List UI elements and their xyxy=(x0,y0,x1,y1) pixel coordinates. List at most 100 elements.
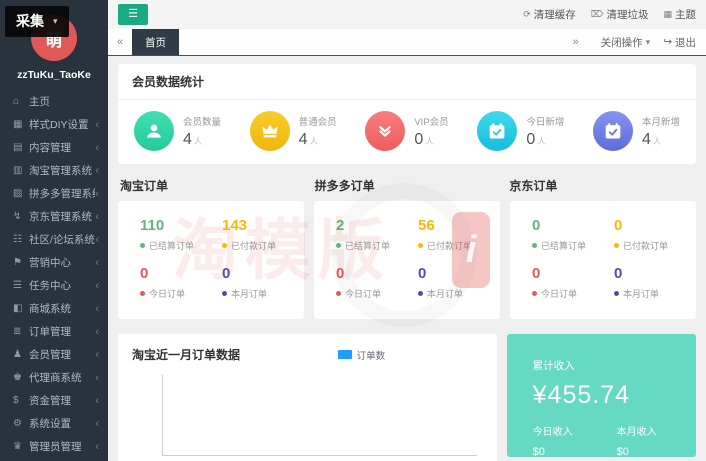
month-income-label: 本月收入 xyxy=(617,423,657,438)
chevron-left-icon: ‹ xyxy=(95,234,99,246)
stat-label: VIP会员 xyxy=(414,114,448,128)
metric-label: 本月订单 xyxy=(418,287,500,300)
legend-label: 订单数 xyxy=(357,348,386,362)
chevron-left-icon: ‹ xyxy=(95,119,99,131)
sidebar-item-jd[interactable]: ↯ 京东管理系统 ‹ xyxy=(0,205,108,228)
metric-value: 0 xyxy=(614,217,696,234)
chart-legend: 订单数 xyxy=(240,348,483,362)
dot-icon xyxy=(418,291,423,296)
chevron-left-icon: ‹ xyxy=(95,303,99,315)
chart-title: 淘宝近一月订单数据 xyxy=(132,346,240,363)
sidebar-item-funds[interactable]: $ 资金管理 ‹ xyxy=(0,389,108,412)
sidebar-item-mall[interactable]: ◧ 商城系统 ‹ xyxy=(0,297,108,320)
sidebar-item-marketing[interactable]: ⚑ 营销中心 ‹ xyxy=(0,251,108,274)
metric-label: 已结算订单 xyxy=(140,239,222,252)
boxes-icon: ▨ xyxy=(13,188,29,199)
today-income-label: 今日收入 xyxy=(533,423,573,438)
jd-orders-title: 京东订单 xyxy=(509,177,694,194)
caret-down-icon: ▾ xyxy=(53,16,58,27)
metric-paid: 56 已付款订单 xyxy=(418,217,500,252)
clear-cache-link[interactable]: ⟳ 清理缓存 xyxy=(523,7,576,22)
dot-icon xyxy=(140,243,145,248)
collect-overlay-badge[interactable]: 采集 ▾ xyxy=(5,6,69,37)
order-card-taobao: 110 已结算订单 143 已付款订单 0 今日订单 0 本月订单 xyxy=(118,201,304,319)
theme-link[interactable]: ▦ 主题 xyxy=(663,7,696,22)
tab-operations-dropdown[interactable]: 关闭操作 ▾ xyxy=(601,35,651,50)
sidebar-item-home[interactable]: ⌂ 主页 xyxy=(0,90,108,113)
stat-label: 今日新增 xyxy=(526,114,564,128)
chevron-left-icon: ‹ xyxy=(95,211,99,223)
sidebar-item-admins[interactable]: ♛ 管理员管理 ‹ xyxy=(0,435,108,458)
tab-home[interactable]: 首页 xyxy=(132,29,179,55)
tab-scroll-right-icon[interactable]: » xyxy=(564,36,588,48)
order-card-pinduoduo: 2 已结算订单 56 已付款订单 0 今日订单 0 本月订单 xyxy=(314,201,500,319)
sidebar-item-orders[interactable]: ≣ 订单管理 ‹ xyxy=(0,320,108,343)
legend-swatch-icon xyxy=(338,350,352,359)
stat-member-count: 会员数量 4人 xyxy=(134,111,221,151)
exit-label: 退出 xyxy=(675,35,696,50)
theme-icon: ▦ xyxy=(663,9,672,20)
clear-cache-icon: ⟳ xyxy=(523,9,531,20)
metric-value: 56 xyxy=(418,217,500,234)
sidebar-item-label: 代理商系统 xyxy=(29,370,95,385)
metric-label: 已结算订单 xyxy=(532,239,614,252)
theme-label: 主题 xyxy=(675,7,696,22)
home-icon: ⌂ xyxy=(13,96,29,107)
dot-icon xyxy=(532,291,537,296)
metric-label: 本月订单 xyxy=(222,287,304,300)
username: zzTuKu_TaoKe xyxy=(0,69,108,81)
hamburger-icon: ☰ xyxy=(128,8,138,20)
dollar-icon: $ xyxy=(13,395,29,406)
metric-month: 0 本月订单 xyxy=(418,265,500,300)
crown-icon xyxy=(250,111,290,151)
sidebar-item-content[interactable]: ▤ 内容管理 ‹ xyxy=(0,136,108,159)
metric-value: 0 xyxy=(336,265,418,282)
sidebar-item-label: 任务中心 xyxy=(29,278,95,293)
stat-value: 0人 xyxy=(526,131,564,149)
metric-label: 今日订单 xyxy=(336,287,418,300)
sidebar-item-diy-settings[interactable]: ▦ 样式DIY设置 ‹ xyxy=(0,113,108,136)
menu-toggle-button[interactable]: ☰ xyxy=(118,4,148,25)
sidebar-item-label: 社区/论坛系统 xyxy=(29,232,95,247)
clear-trash-link[interactable]: ⌦ 清理垃圾 xyxy=(591,7,649,22)
sidebar-item-settings[interactable]: ⚙ 系统设置 ‹ xyxy=(0,412,108,435)
stat-new-month: 本月新增 4人 xyxy=(593,111,680,151)
today-income: 今日收入 $0 xyxy=(533,423,573,458)
stats-section-title: 会员数据统计 xyxy=(118,64,696,100)
sidebar-item-pinduoduo[interactable]: ▨ 拼多多管理系统 ‹ xyxy=(0,182,108,205)
metric-today: 0 今日订单 xyxy=(336,265,418,300)
file-icon: ▤ xyxy=(13,142,29,153)
line-chart-icon: ↯ xyxy=(13,211,29,222)
bar-chart-icon: ▥ xyxy=(13,165,29,176)
metric-value: 0 xyxy=(140,265,222,282)
stat-text: 普通会员 4人 xyxy=(299,114,337,149)
stat-text: 本月新增 4人 xyxy=(642,114,680,149)
income-breakdown: 今日收入 $0 本月收入 $0 xyxy=(533,423,670,458)
sidebar-item-label: 订单管理 xyxy=(29,324,95,339)
tab-scroll-left-icon[interactable]: « xyxy=(108,29,132,55)
agent-icon: ♚ xyxy=(13,372,29,383)
sidebar-item-taobao[interactable]: ▥ 淘宝管理系统 ‹ xyxy=(0,159,108,182)
sidebar-item-tasks[interactable]: ☰ 任务中心 ‹ xyxy=(0,274,108,297)
sidebar-item-label: 管理员管理 xyxy=(29,439,95,454)
calendar-check-icon xyxy=(593,111,633,151)
sidebar-item-members[interactable]: ♟ 会员管理 ‹ xyxy=(0,343,108,366)
metric-paid: 0 已付款订单 xyxy=(614,217,696,252)
stat-new-today: 今日新增 0人 xyxy=(477,111,564,151)
chevron-left-icon: ‹ xyxy=(95,395,99,407)
sidebar-item-label: 系统设置 xyxy=(29,416,95,431)
metric-label: 今日订单 xyxy=(532,287,614,300)
metric-value: 0 xyxy=(418,265,500,282)
user-icon xyxy=(134,111,174,151)
sidebar-item-agents[interactable]: ♚ 代理商系统 ‹ xyxy=(0,366,108,389)
sidebar-item-label: 营销中心 xyxy=(29,255,95,270)
sidebar-item-community[interactable]: ☷ 社区/论坛系统 ‹ xyxy=(0,228,108,251)
cart-icon: ◧ xyxy=(13,303,29,314)
chevron-left-icon: ‹ xyxy=(95,441,99,453)
exit-button[interactable]: ↪ 退出 xyxy=(663,35,696,50)
flag-icon: ⚑ xyxy=(13,257,29,268)
metric-month: 0 本月订单 xyxy=(222,265,304,300)
sidebar-item-label: 主页 xyxy=(29,94,99,109)
sidebar: 萌 zzTuKu_TaoKe ⌂ 主页 ▦ 样式DIY设置 ‹ ▤ 内容管理 ‹… xyxy=(0,0,108,461)
metric-label: 已付款订单 xyxy=(418,239,500,252)
